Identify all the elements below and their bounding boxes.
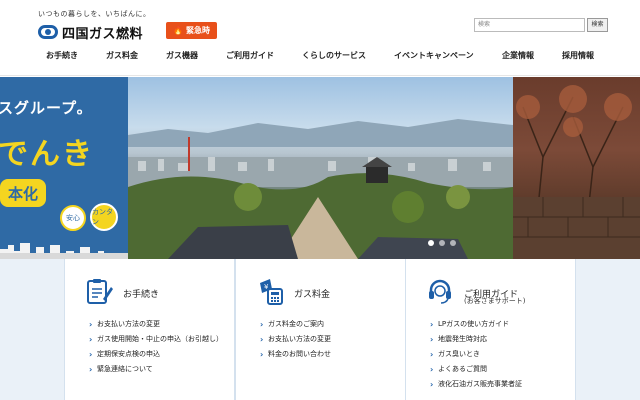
emergency-label: 緊急時 bbox=[185, 26, 210, 35]
banner-badge: 本化 bbox=[0, 179, 46, 207]
card-title: ガス料金 bbox=[294, 290, 331, 300]
card-link[interactable]: 液化石油ガス販売事業者証 bbox=[430, 379, 570, 390]
card-link[interactable]: 定期保安点検の申込 bbox=[89, 349, 229, 360]
card-link[interactable]: ガス使用開始・中止の申込（お引越し） bbox=[89, 334, 229, 345]
hero-slide-castle-city-photo[interactable] bbox=[128, 77, 513, 259]
card-link[interactable]: 料金のお問い合わせ bbox=[260, 349, 400, 360]
service-cards: お手続き お支払い方法の変更 ガス使用開始・中止の申込（お引越し） 定期保安点検… bbox=[0, 259, 640, 400]
nav-item-living-services[interactable]: くらしのサービス bbox=[302, 50, 366, 61]
yen-calculator-icon: ¥ bbox=[260, 279, 283, 305]
card-link[interactable]: ガス臭いとき bbox=[430, 349, 570, 360]
banner-headline: スグループ。 bbox=[0, 99, 93, 117]
card-link[interactable]: お支払い方法の変更 bbox=[89, 319, 229, 330]
site-logo[interactable]: 四国ガス燃料 bbox=[38, 22, 143, 42]
search-button[interactable]: 検索 bbox=[587, 18, 608, 32]
tagline: いつもの暮らしを、いちばんに。 bbox=[38, 10, 151, 18]
carousel-dot-1[interactable] bbox=[428, 240, 434, 246]
nav-item-careers[interactable]: 採用情報 bbox=[562, 50, 594, 61]
card-link[interactable]: 地震発生時対応 bbox=[430, 334, 570, 345]
card-usage-guide: ご利用ガイド (お客さまサポート) LPガスの使い方ガイド 地震発生時対応 ガス… bbox=[405, 259, 576, 400]
hero-slide-next-autumn-photo[interactable] bbox=[513, 77, 640, 259]
card-link-list: お支払い方法の変更 ガス使用開始・中止の申込（お引越し） 定期保安点検の申込 緊… bbox=[89, 319, 229, 379]
carousel-dot-2[interactable] bbox=[439, 240, 445, 246]
nav-item-company-info[interactable]: 企業情報 bbox=[502, 50, 534, 61]
nav-item-gas-rates[interactable]: ガス料金 bbox=[106, 50, 138, 61]
carousel-dot-3[interactable] bbox=[450, 240, 456, 246]
card-link[interactable]: お支払い方法の変更 bbox=[260, 334, 400, 345]
card-link-list: LPガスの使い方ガイド 地震発生時対応 ガス臭いとき よくあるご質問 液化石油ガ… bbox=[430, 319, 570, 394]
nav-item-procedures[interactable]: お手続き bbox=[46, 50, 78, 61]
logo-text: 四国ガス燃料 bbox=[62, 26, 144, 42]
clipboard-pen-icon bbox=[87, 279, 113, 304]
hero-slide-prev-banner[interactable]: スグループ。 でんき 本化 安心 カンタン bbox=[0, 77, 128, 259]
headset-support-icon bbox=[429, 279, 451, 304]
town-skyline-illustration bbox=[0, 243, 128, 259]
card-subtitle: (お客さまサポート) bbox=[464, 297, 526, 305]
card-procedures: お手続き お支払い方法の変更 ガス使用開始・中止の申込（お引越し） 定期保安点検… bbox=[64, 259, 235, 400]
banner-denki-text: でんき bbox=[0, 137, 94, 172]
banner-circle-kantan: カンタン bbox=[90, 203, 118, 231]
carousel-indicators bbox=[428, 240, 456, 246]
autumn-trees-illustration bbox=[513, 85, 640, 259]
card-link[interactable]: LPガスの使い方ガイド bbox=[430, 319, 570, 330]
gas-flame-icon: 🔥 bbox=[173, 26, 183, 35]
card-link-list: ガス料金のご案内 お支払い方法の変更 料金のお問い合わせ bbox=[260, 319, 400, 364]
card-title: お手続き bbox=[123, 290, 160, 300]
search-input[interactable]: 検索 bbox=[474, 18, 585, 32]
card-link[interactable]: よくあるご質問 bbox=[430, 364, 570, 375]
card-gas-rates: ¥ ガス料金 ガス料金のご案内 お支払い方法の変更 料金のお問い合わせ bbox=[235, 259, 406, 400]
logo-mark-icon bbox=[38, 25, 58, 39]
nav-item-events-campaigns[interactable]: イベントキャンペーン bbox=[394, 50, 474, 61]
hero-carousel[interactable]: スグループ。 でんき 本化 安心 カンタン bbox=[0, 77, 640, 259]
banner-circle-anshin: 安心 bbox=[60, 205, 86, 231]
card-link[interactable]: 緊急連絡について bbox=[89, 364, 229, 375]
nav-item-gas-appliances[interactable]: ガス機器 bbox=[166, 50, 198, 61]
nav-item-usage-guide[interactable]: ご利用ガイド bbox=[226, 50, 274, 61]
site-header: いつもの暮らしを、いちばんに。 四国ガス燃料 🔥 緊急時 検索 検索 お手続き … bbox=[0, 0, 640, 76]
emergency-button[interactable]: 🔥 緊急時 bbox=[166, 22, 217, 39]
card-link[interactable]: ガス料金のご案内 bbox=[260, 319, 400, 330]
global-nav: お手続き ガス料金 ガス機器 ご利用ガイド くらしのサービス イベントキャンペー… bbox=[0, 50, 640, 66]
